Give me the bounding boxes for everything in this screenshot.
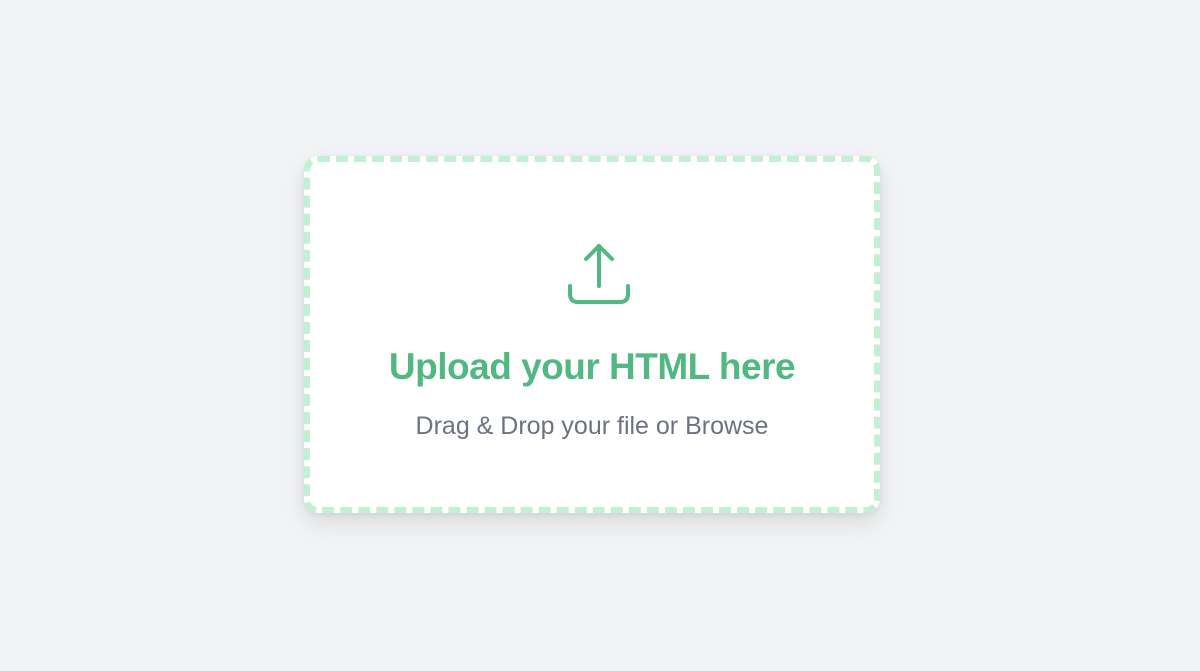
- upload-title: Upload your HTML here: [388, 346, 796, 387]
- browse-link[interactable]: Browse: [685, 412, 768, 440]
- upload-dropzone[interactable]: Upload your HTML here Drag & Drop your f…: [304, 156, 880, 513]
- page: Upload your HTML here Drag & Drop your f…: [0, 0, 1200, 671]
- upload-subtitle-text: Drag & Drop your file or: [415, 412, 686, 440]
- upload-icon: [566, 240, 632, 306]
- upload-subtitle: Drag & Drop your file or Browse: [310, 410, 874, 442]
